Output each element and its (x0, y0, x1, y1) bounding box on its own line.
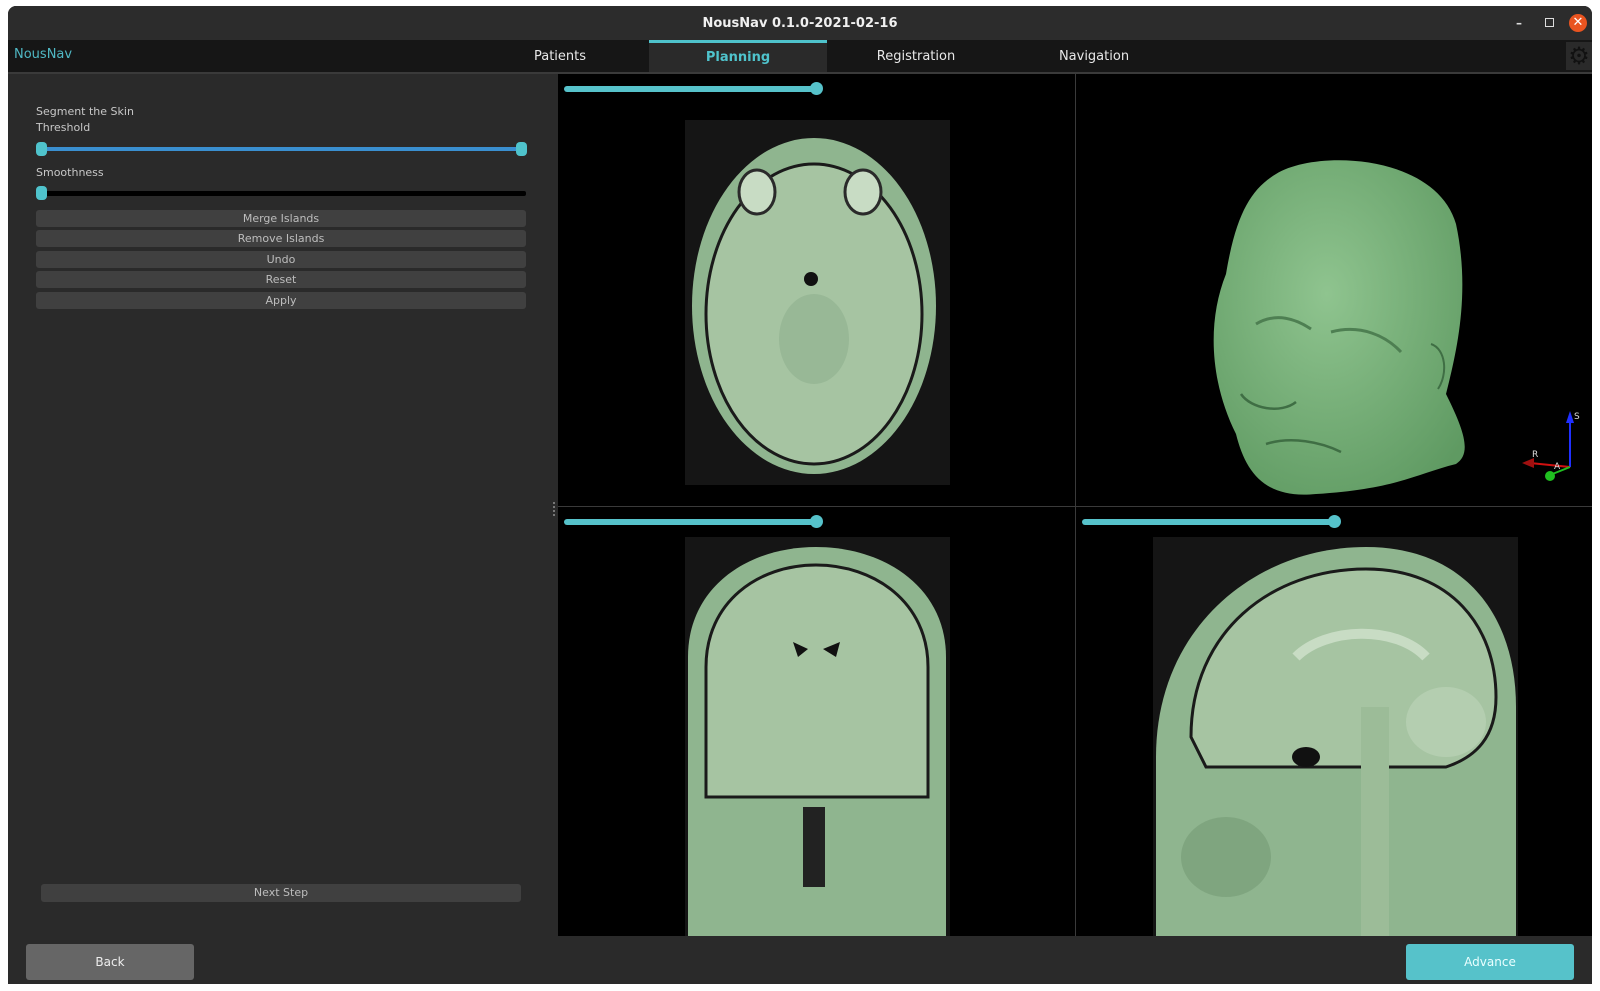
label-s: S (1574, 412, 1580, 422)
app-window: NousNav 0.1.0-2021-02-16 – ✕ NousNav Pat… (8, 6, 1592, 984)
apply-button[interactable]: Apply (36, 292, 526, 309)
axial-view[interactable] (558, 74, 1075, 506)
title-bar: NousNav 0.1.0-2021-02-16 – ✕ (8, 6, 1592, 40)
threshold-label: Threshold (36, 121, 91, 134)
merge-islands-button[interactable]: Merge Islands (36, 210, 526, 227)
segmentation-panel: Segment the Skin Threshold Smoothness Me… (8, 74, 558, 984)
coronal-brain-region (704, 563, 930, 799)
tab-planning[interactable]: Planning (649, 40, 827, 72)
coronal-airway (803, 807, 825, 887)
threshold-min-handle[interactable] (36, 142, 47, 156)
close-button[interactable]: ✕ (1569, 14, 1587, 32)
tab-registration[interactable]: Registration (827, 40, 1005, 72)
3d-skin-render (1213, 160, 1465, 495)
brainstem-spine (1361, 707, 1389, 936)
brand-label: NousNav (14, 47, 73, 62)
undo-button[interactable]: Undo (36, 251, 526, 268)
maximize-button[interactable] (1541, 15, 1557, 31)
coronal-slice-image (688, 547, 946, 936)
axis-anterior-arrow (1545, 471, 1555, 481)
reset-button[interactable]: Reset (36, 271, 526, 288)
right-orbit (843, 168, 883, 216)
settings-button[interactable]: ⚙ (1566, 42, 1592, 70)
sagittal-sinus (1292, 747, 1320, 767)
label-r: R (1532, 450, 1538, 460)
axial-brainstem (779, 294, 849, 384)
sagittal-view[interactable] (1076, 507, 1592, 936)
viewport-vertical-divider (1075, 74, 1076, 936)
orientation-marker: S R A (1522, 411, 1580, 481)
viewport-grid: S R A (553, 74, 1592, 936)
coronal-view[interactable] (558, 507, 1075, 936)
axis-right (1529, 462, 1571, 468)
cerebellum (1406, 687, 1486, 757)
back-button[interactable]: Back (26, 944, 194, 980)
sagittal-facial-region (1181, 817, 1271, 897)
advance-button[interactable]: Advance (1406, 944, 1574, 980)
tab-patients[interactable]: Patients (471, 40, 649, 72)
next-step-button[interactable]: Next Step (41, 884, 521, 902)
left-orbit (737, 168, 777, 216)
remove-islands-button[interactable]: Remove Islands (36, 230, 526, 247)
threshold-max-handle[interactable] (516, 142, 527, 156)
section-title: Segment the Skin (36, 105, 134, 118)
sagittal-slice-image (1156, 547, 1516, 936)
label-a: A (1554, 462, 1561, 472)
maximize-icon (1544, 18, 1554, 27)
head-surface (1213, 160, 1465, 495)
tab-navigation[interactable]: Navigation (1005, 40, 1183, 72)
smoothness-handle[interactable] (36, 186, 47, 200)
smoothness-label: Smoothness (36, 166, 104, 179)
threshold-track[interactable] (42, 147, 520, 151)
axial-slice-image (692, 138, 936, 474)
gear-icon: ⚙ (1568, 42, 1590, 70)
3d-view[interactable]: S R A (1076, 74, 1592, 506)
smoothness-track[interactable] (42, 191, 526, 196)
minimize-button[interactable]: – (1511, 15, 1527, 31)
axial-sinus (804, 272, 818, 286)
axis-superior-arrow (1566, 411, 1574, 423)
window-title: NousNav 0.1.0-2021-02-16 (702, 16, 898, 31)
workflow-tabbar: NousNav Patients Planning Registration N… (8, 40, 1592, 74)
viewport-horizontal-divider (558, 506, 1592, 507)
